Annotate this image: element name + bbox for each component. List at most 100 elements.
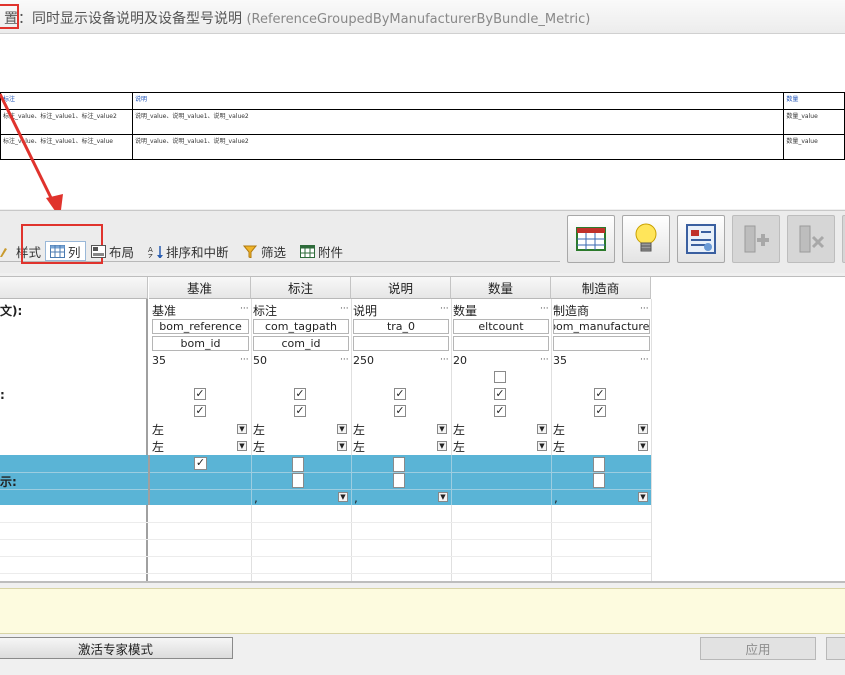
chevron-down-icon: ▼: [537, 441, 547, 451]
align-value: 左: [453, 423, 466, 437]
checkbox[interactable]: [593, 457, 605, 472]
field-textbox[interactable]: bom_reference: [152, 319, 249, 334]
tab-sort-break[interactable]: AZ 排序和中断: [148, 242, 229, 260]
grid-lines: [351, 299, 352, 583]
separator-dropdown[interactable]: , ▼: [352, 490, 450, 505]
align-dropdown[interactable]: 左 ▼: [253, 422, 349, 437]
ellipsis-button[interactable]: ···: [440, 355, 449, 365]
checkbox[interactable]: [593, 473, 605, 488]
checkbox[interactable]: [393, 457, 405, 472]
funnel-icon: [243, 245, 258, 258]
column-header[interactable]: 标注: [251, 277, 351, 299]
next-button[interactable]: [826, 637, 845, 660]
tips-button[interactable]: [622, 215, 670, 263]
align-value: 左: [152, 440, 165, 454]
annotation-arrow: [0, 93, 63, 218]
align-dropdown[interactable]: 左 ▼: [152, 422, 249, 437]
ellipsis-button[interactable]: ···: [440, 304, 449, 314]
grid-lines: [0, 472, 651, 473]
field2-textbox[interactable]: [553, 336, 650, 351]
chevron-down-icon: ▼: [437, 441, 447, 451]
tab-attachment[interactable]: 附件: [300, 242, 343, 260]
ellipsis-button[interactable]: ···: [340, 355, 349, 365]
tab-label: 排序和中断: [166, 244, 229, 260]
checkbox[interactable]: ✓: [194, 457, 207, 470]
align-dropdown[interactable]: 左 ▼: [553, 439, 650, 454]
column-width[interactable]: 20: [453, 354, 467, 367]
checkbox[interactable]: [494, 371, 506, 383]
field-textbox[interactable]: eltcount: [453, 319, 549, 334]
checkbox[interactable]: ✓: [594, 405, 606, 417]
column-header[interactable]: 说明: [351, 277, 451, 299]
checkbox[interactable]: ✓: [194, 388, 206, 400]
tab-layout[interactable]: 布局: [91, 242, 134, 260]
field2-textbox[interactable]: com_id: [253, 336, 349, 351]
column-name[interactable]: 说明: [353, 302, 377, 319]
align-dropdown[interactable]: 左 ▼: [253, 439, 349, 454]
checkbox[interactable]: [292, 473, 304, 488]
column-name[interactable]: 制造商: [553, 302, 589, 319]
column-header[interactable]: 制造商: [551, 277, 651, 299]
column-width[interactable]: 250: [353, 354, 374, 367]
table-grid-button[interactable]: [567, 215, 615, 263]
column-header[interactable]: 基准: [149, 277, 251, 299]
column-width[interactable]: 35: [553, 354, 567, 367]
separator-value: ,: [254, 490, 258, 505]
checkbox[interactable]: ✓: [494, 405, 506, 417]
column-properties-grid: 基准 标注 说明 数量 制造商 文): : 示: 基准 标注 说明 数量 制造商…: [0, 276, 845, 583]
checkbox[interactable]: ✓: [294, 388, 306, 400]
add-column-button[interactable]: [732, 215, 780, 263]
ellipsis-button[interactable]: ···: [240, 355, 249, 365]
chevron-down-icon: ▼: [237, 424, 247, 434]
field2-textbox[interactable]: [353, 336, 449, 351]
field-textbox[interactable]: bom_manufacturer: [553, 319, 650, 334]
title-highlight-box: [0, 4, 19, 29]
align-dropdown[interactable]: 左 ▼: [453, 422, 549, 437]
field2-textbox[interactable]: [453, 336, 549, 351]
ellipsis-button[interactable]: ···: [340, 304, 349, 314]
expert-mode-button[interactable]: 激活专家模式: [0, 637, 233, 659]
ellipsis-button[interactable]: ···: [240, 304, 249, 314]
column-width[interactable]: 35: [152, 354, 166, 367]
field-textbox[interactable]: com_tagpath: [253, 319, 349, 334]
sort-az-icon: AZ: [148, 245, 163, 258]
checkbox[interactable]: [292, 457, 304, 472]
checkbox[interactable]: [393, 473, 405, 488]
ellipsis-button[interactable]: ···: [640, 304, 649, 314]
separator-dropdown[interactable]: , ▼: [252, 490, 350, 505]
column-name[interactable]: 标注: [253, 302, 277, 319]
align-value: 左: [553, 423, 566, 437]
row-label: 文):: [0, 304, 23, 318]
apply-button[interactable]: 应用: [700, 637, 816, 660]
column-header[interactable]: 数量: [451, 277, 551, 299]
checkbox[interactable]: ✓: [294, 405, 306, 417]
align-dropdown[interactable]: 左 ▼: [152, 439, 249, 454]
field-textbox[interactable]: tra_0: [353, 319, 449, 334]
field2-textbox[interactable]: bom_id: [152, 336, 249, 351]
column-width[interactable]: 50: [253, 354, 267, 367]
properties-button[interactable]: [677, 215, 725, 263]
chevron-down-icon: ▼: [438, 492, 448, 502]
align-dropdown[interactable]: 左 ▼: [553, 422, 650, 437]
remove-column-button[interactable]: [787, 215, 835, 263]
checkbox[interactable]: ✓: [194, 405, 206, 417]
window-title: 置：同时显示设备说明及设备型号说明 (ReferenceGroupedByMan…: [4, 8, 590, 28]
align-dropdown[interactable]: 左 ▼: [453, 439, 549, 454]
ellipsis-button[interactable]: ···: [640, 355, 649, 365]
ellipsis-button[interactable]: ···: [540, 355, 549, 365]
separator-dropdown[interactable]: , ▼: [552, 490, 650, 505]
checkbox[interactable]: ✓: [394, 405, 406, 417]
ellipsis-button[interactable]: ···: [540, 304, 549, 314]
align-dropdown[interactable]: 左 ▼: [353, 422, 449, 437]
column-name[interactable]: 基准: [152, 302, 176, 319]
align-dropdown[interactable]: 左 ▼: [353, 439, 449, 454]
tab-filter[interactable]: 筛选: [243, 242, 286, 260]
column-name[interactable]: 数量: [453, 302, 477, 319]
align-value: 左: [253, 440, 266, 454]
align-value: 左: [152, 423, 165, 437]
title-bar: 置：同时显示设备说明及设备型号说明 (ReferenceGroupedByMan…: [0, 0, 845, 34]
checkbox[interactable]: ✓: [494, 388, 506, 400]
checkbox[interactable]: ✓: [594, 388, 606, 400]
title-cn: 同时显示设备说明及设备型号说明: [32, 11, 242, 27]
checkbox[interactable]: ✓: [394, 388, 406, 400]
